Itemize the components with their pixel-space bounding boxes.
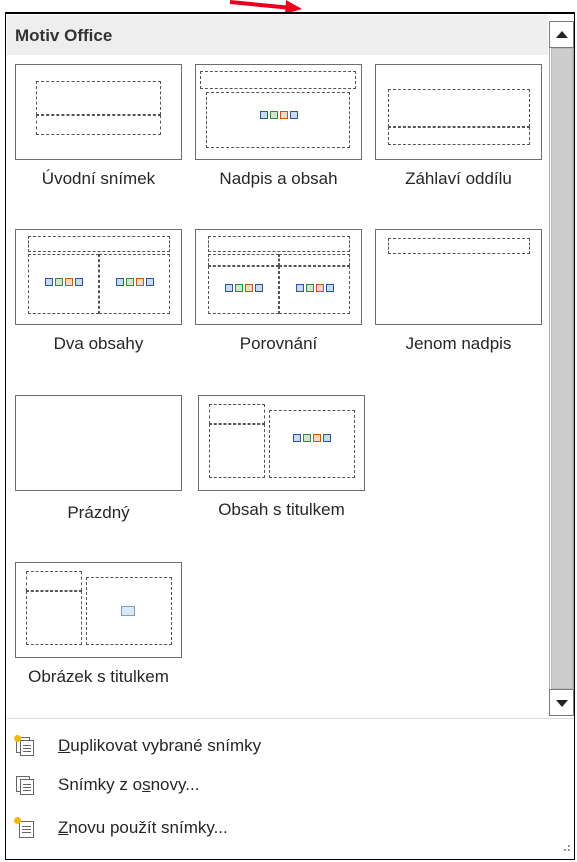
layout-title-and-content[interactable]: Nadpis a obsah	[195, 64, 362, 194]
duplicate-slides-icon	[14, 735, 36, 757]
table-icon	[296, 284, 304, 292]
layout-label: Obrázek s titulkem	[28, 667, 169, 686]
right-heading-placeholder	[279, 254, 350, 266]
smartart-icon	[316, 284, 324, 292]
title-placeholder	[26, 571, 82, 591]
title-placeholder	[388, 238, 530, 254]
smartart-icon	[136, 278, 144, 286]
layout-thumbnail	[375, 64, 542, 160]
reuse-slides-icon	[14, 817, 36, 839]
new-slide-layout-gallery: Motiv Office Úvodní snímek Nadpis a obsa…	[5, 12, 575, 860]
layout-thumbnail	[195, 64, 362, 160]
layout-thumbnail	[15, 64, 182, 160]
smartart-icon	[280, 111, 288, 119]
layout-label: Úvodní snímek	[41, 169, 156, 188]
subtitle-placeholder	[36, 115, 161, 135]
picture-icon	[323, 434, 331, 442]
chart-icon	[306, 284, 314, 292]
layout-title-slide[interactable]: Úvodní snímek	[15, 64, 182, 194]
title-placeholder	[36, 81, 161, 115]
layout-thumbnail	[198, 395, 365, 491]
reuse-slides-menu-item[interactable]: Znovu použít snímky...	[14, 812, 544, 844]
menu-label: Snímky z osnovy...	[58, 775, 200, 794]
layout-label: Porovnání	[239, 334, 318, 353]
layout-label: Obsah s titulkem	[218, 500, 345, 519]
picture-icon	[255, 284, 263, 292]
menu-label: Duplikovat vybrané snímky	[58, 736, 262, 755]
chart-icon	[303, 434, 311, 442]
picture-icon	[290, 111, 298, 119]
gallery-section-header: Motiv Office	[7, 15, 548, 55]
layout-label: Jenom nadpis	[405, 334, 512, 353]
table-icon	[260, 111, 268, 119]
duplicate-slides-menu-item[interactable]: Duplikovat vybrané snímky	[14, 730, 544, 762]
picture-icon	[146, 278, 154, 286]
menu-label: Znovu použít snímky...	[58, 818, 228, 837]
title-placeholder	[200, 71, 356, 89]
chart-icon	[126, 278, 134, 286]
layout-label: Záhlaví oddílu	[405, 169, 512, 188]
picture-placeholder	[86, 577, 172, 645]
title-placeholder	[28, 236, 170, 252]
content-icons	[251, 109, 307, 121]
layout-label: Prázdný	[67, 503, 130, 522]
table-icon	[293, 434, 301, 442]
scroll-track[interactable]	[549, 48, 574, 689]
scroll-up-button[interactable]	[549, 21, 574, 48]
slides-from-outline-menu-item[interactable]: Snímky z osnovy...	[14, 769, 544, 801]
left-heading-placeholder	[208, 254, 279, 266]
layout-thumbnail	[375, 229, 542, 325]
layout-thumbnail	[15, 229, 182, 325]
layout-thumbnail	[195, 229, 362, 325]
content-icons	[279, 432, 345, 444]
layout-picture-with-caption[interactable]: Obrázek s titulkem	[15, 562, 182, 691]
layout-label: Nadpis a obsah	[219, 169, 338, 188]
scroll-thumb[interactable]	[551, 48, 573, 689]
layout-thumbnail	[15, 562, 182, 658]
resize-grip-icon[interactable]	[560, 845, 570, 855]
text-placeholder	[209, 424, 265, 478]
picture-icon	[326, 284, 334, 292]
gallery-scrollbar[interactable]	[549, 21, 574, 716]
text-placeholder	[388, 127, 530, 145]
layout-title-only[interactable]: Jenom nadpis	[375, 229, 542, 359]
layout-content-with-caption[interactable]: Obsah s titulkem	[198, 395, 365, 525]
layout-label: Dva obsahy	[53, 334, 144, 353]
smartart-icon	[313, 434, 321, 442]
layout-comparison[interactable]: Porovnání	[195, 229, 362, 359]
layout-section-header[interactable]: Záhlaví oddílu	[375, 64, 542, 194]
title-placeholder	[208, 236, 350, 252]
picture-icon	[75, 278, 83, 286]
smartart-icon	[65, 278, 73, 286]
menu-divider	[7, 718, 574, 719]
table-icon	[45, 278, 53, 286]
layout-blank[interactable]: Prázdný	[15, 395, 182, 528]
arrow-down-icon	[556, 700, 568, 707]
table-icon	[116, 278, 124, 286]
content-icons	[103, 276, 167, 288]
title-placeholder	[209, 404, 265, 424]
chart-icon	[270, 111, 278, 119]
chart-icon	[55, 278, 63, 286]
arrow-up-icon	[556, 31, 568, 38]
content-icons	[283, 282, 347, 294]
layout-thumbnail	[15, 395, 182, 491]
smartart-icon	[245, 284, 253, 292]
content-icons	[32, 276, 96, 288]
layout-two-content[interactable]: Dva obsahy	[15, 229, 182, 359]
text-placeholder	[26, 591, 82, 645]
scroll-down-button[interactable]	[549, 689, 574, 716]
picture-icon	[121, 606, 135, 616]
table-icon	[225, 284, 233, 292]
chart-icon	[235, 284, 243, 292]
content-placeholder	[269, 410, 355, 478]
content-icons	[212, 282, 276, 294]
title-placeholder	[388, 89, 530, 127]
slides-from-outline-icon	[14, 774, 36, 796]
